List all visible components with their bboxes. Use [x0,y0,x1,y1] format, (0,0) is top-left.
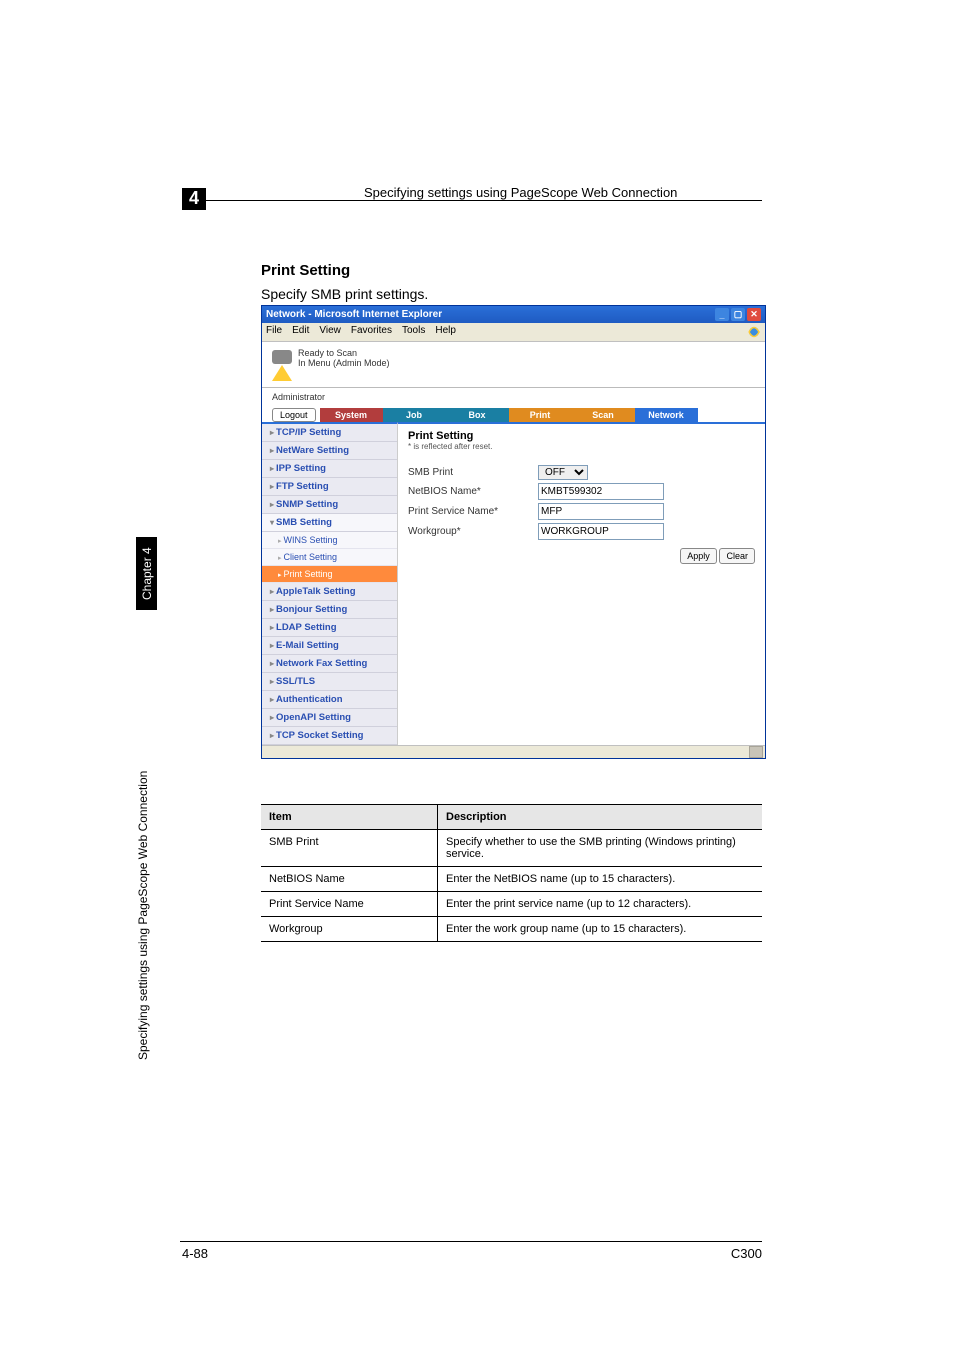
sidebar-item-ipp[interactable]: IPP Setting [262,460,397,478]
menu-view[interactable]: View [319,325,341,339]
settings-panel: Print Setting * is reflected after reset… [398,422,765,745]
menu-file[interactable]: File [266,325,282,339]
label-smb-print: SMB Print [408,467,538,478]
printer-icon [272,350,292,364]
admin-label: Administrator [262,388,765,408]
sidebar-item-netware[interactable]: NetWare Setting [262,442,397,460]
side-tab-chapter: Chapter 4 [136,537,157,610]
th-desc: Description [438,805,763,830]
table-row: NetBIOS NameEnter the NetBIOS name (up t… [261,867,762,892]
cell-item: Workgroup [261,917,438,942]
row-workgroup: Workgroup* [408,523,755,540]
sidebar-item-smb[interactable]: SMB Setting [262,514,397,532]
logout-button[interactable]: Logout [272,408,316,422]
tab-network[interactable]: Network [635,408,698,422]
minimize-icon[interactable]: _ [715,308,729,321]
sidebar-item-email[interactable]: E-Mail Setting [262,637,397,655]
label-workgroup: Workgroup* [408,526,538,537]
apply-button[interactable]: Apply [680,548,717,564]
footer-rule [180,1241,762,1242]
label-psn: Print Service Name* [408,506,538,517]
status-area: Ready to Scan In Menu (Admin Mode) [262,342,765,388]
sidebar-item-bonjour[interactable]: Bonjour Setting [262,601,397,619]
clear-button[interactable]: Clear [719,548,755,564]
row-psn: Print Service Name* [408,503,755,520]
sidebar-item-openapi[interactable]: OpenAPI Setting [262,709,397,727]
tab-print[interactable]: Print [509,408,572,422]
sidebar-item-ftp[interactable]: FTP Setting [262,478,397,496]
sidebar: TCP/IP Setting NetWare Setting IPP Setti… [262,422,398,745]
label-netbios: NetBIOS Name* [408,486,538,497]
footer-page: 4-88 [182,1246,208,1261]
th-item: Item [261,805,438,830]
window-titlebar: Network - Microsoft Internet Explorer _ … [262,306,765,323]
input-psn[interactable] [538,503,664,520]
warning-icon [272,365,292,381]
tab-job[interactable]: Job [383,408,446,422]
row-netbios: NetBIOS Name* [408,483,755,500]
tab-system[interactable]: System [320,408,383,422]
window-title: Network - Microsoft Internet Explorer [266,309,713,320]
cell-desc: Specify whether to use the SMB printing … [438,830,763,867]
cell-item: NetBIOS Name [261,867,438,892]
sidebar-item-ldap[interactable]: LDAP Setting [262,619,397,637]
sidebar-sub-wins[interactable]: WINS Setting [262,532,397,549]
panel-note: * is reflected after reset. [408,442,755,451]
input-workgroup[interactable] [538,523,664,540]
browser-window: Network - Microsoft Internet Explorer _ … [261,305,766,759]
section-desc: Specify SMB print settings. [261,286,428,302]
section-title: Print Setting [261,262,350,279]
header-title: Specifying settings using PageScope Web … [364,185,677,200]
menu-tools[interactable]: Tools [402,325,425,339]
tab-scan[interactable]: Scan [572,408,635,422]
sidebar-item-netfax[interactable]: Network Fax Setting [262,655,397,673]
ie-logo-icon [747,325,761,339]
sidebar-sub-client[interactable]: Client Setting [262,549,397,566]
scroll-handle-icon[interactable] [749,746,763,758]
description-table: Item Description SMB PrintSpecify whethe… [261,804,762,942]
header-rule [182,200,762,201]
footer-model: C300 [731,1246,762,1261]
menu-help[interactable]: Help [435,325,456,339]
input-netbios[interactable] [538,483,664,500]
table-row: WorkgroupEnter the work group name (up t… [261,917,762,942]
scrollbar-bottom[interactable] [262,745,765,758]
table-row: SMB PrintSpecify whether to use the SMB … [261,830,762,867]
cell-desc: Enter the work group name (up to 15 char… [438,917,763,942]
sidebar-item-appletalk[interactable]: AppleTalk Setting [262,583,397,601]
cell-desc: Enter the print service name (up to 12 c… [438,892,763,917]
row-smb-print: SMB Print OFF [408,465,755,480]
menu-edit[interactable]: Edit [292,325,309,339]
menu-favorites[interactable]: Favorites [351,325,392,339]
sidebar-item-snmp[interactable]: SNMP Setting [262,496,397,514]
tab-box[interactable]: Box [446,408,509,422]
maximize-icon[interactable]: ▢ [731,308,745,321]
sidebar-item-auth[interactable]: Authentication [262,691,397,709]
cell-desc: Enter the NetBIOS name (up to 15 charact… [438,867,763,892]
panel-heading: Print Setting [408,430,755,442]
sidebar-item-tcpip[interactable]: TCP/IP Setting [262,424,397,442]
close-icon[interactable]: ✕ [747,308,761,321]
table-row: Print Service NameEnter the print servic… [261,892,762,917]
sidebar-item-tcpsocket[interactable]: TCP Socket Setting [262,727,397,745]
select-smb-print[interactable]: OFF [538,465,588,480]
status-ready: Ready to Scan [298,348,390,358]
tab-bar: Logout System Job Box Print Scan Network [262,408,765,422]
status-menu: In Menu (Admin Mode) [298,358,390,368]
sidebar-sub-print[interactable]: Print Setting [262,566,397,583]
menu-bar: File Edit View Favorites Tools Help [262,323,765,342]
sidebar-item-ssltls[interactable]: SSL/TLS [262,673,397,691]
cell-item: Print Service Name [261,892,438,917]
chapter-number: 4 [182,188,206,210]
cell-item: SMB Print [261,830,438,867]
